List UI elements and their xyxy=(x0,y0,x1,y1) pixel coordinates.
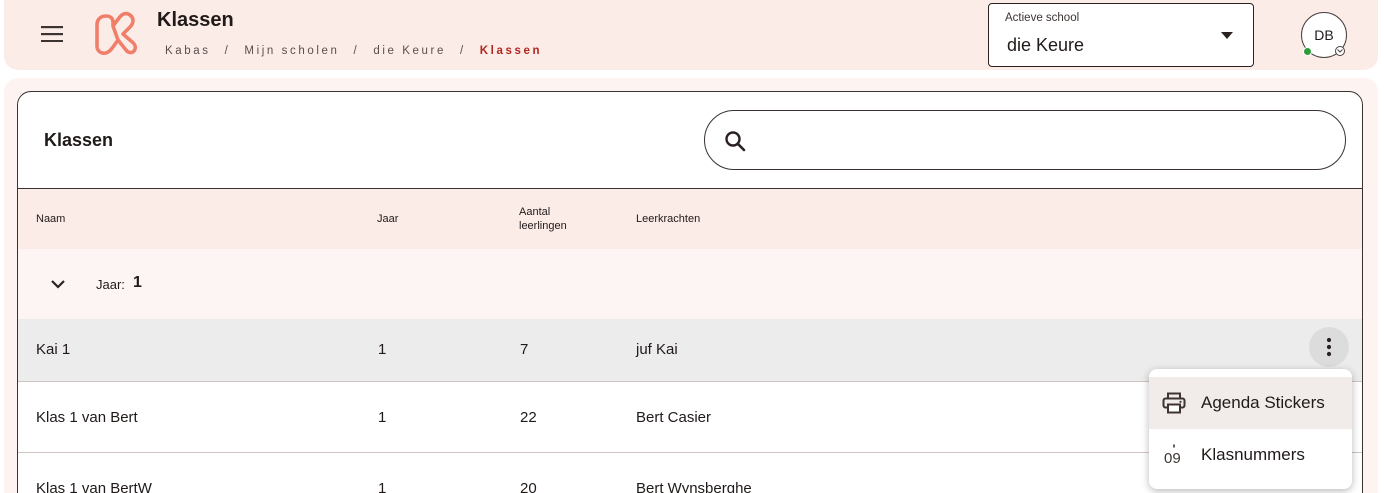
cell-naam: Kai 1 xyxy=(36,341,71,358)
group-label: Jaar: xyxy=(96,277,125,292)
cell-leerkrachten: Bert Wynsberghe xyxy=(636,480,752,493)
cell-jaar: 1 xyxy=(378,409,387,426)
row-actions-menu: Agenda Stickers 09 Klasnummers xyxy=(1149,369,1352,489)
breadcrumb-item-kabas[interactable]: Kabas xyxy=(165,45,211,57)
breadcrumb-separator: / xyxy=(353,45,360,57)
column-header-aantal-line2: leerlingen xyxy=(519,220,567,232)
online-status-dot xyxy=(1303,47,1312,56)
row-actions-button[interactable] xyxy=(1309,327,1349,367)
dropdown-caret-icon xyxy=(1221,32,1233,39)
menu-item-label: Klasnummers xyxy=(1201,445,1305,464)
cell-jaar: 1 xyxy=(378,341,387,358)
svg-text:09: 09 xyxy=(1164,450,1181,466)
more-vertical-icon xyxy=(1326,337,1332,357)
active-school-label: Actieve school xyxy=(1005,12,1080,24)
active-school-value: die Keure xyxy=(1007,35,1085,55)
cell-aantal: 22 xyxy=(520,409,537,426)
column-header-leerkrachten[interactable]: Leerkrachten xyxy=(636,212,700,226)
group-value: 1 xyxy=(133,274,142,291)
breadcrumb-item-mijn-scholen[interactable]: Mijn scholen xyxy=(244,45,339,57)
avatar-initials: DB xyxy=(1314,27,1334,43)
table-header: Naam Jaar Aantal leerlingen Leerkrachten xyxy=(18,188,1362,249)
cell-naam: Klas 1 van Bert xyxy=(36,409,138,426)
hamburger-icon xyxy=(41,26,63,42)
chevron-down-icon[interactable] xyxy=(48,274,68,294)
breadcrumb-separator: / xyxy=(459,45,466,57)
numbers-icon: 09 xyxy=(1161,442,1187,468)
cell-jaar: 1 xyxy=(378,480,387,493)
column-header-aantal[interactable]: Aantal leerlingen xyxy=(519,205,567,233)
printer-icon xyxy=(1161,390,1187,416)
search-icon xyxy=(725,131,746,152)
kabas-logo-icon xyxy=(95,11,138,55)
breadcrumb-item-current: Klassen xyxy=(479,45,543,57)
cell-leerkrachten: juf Kai xyxy=(636,341,678,358)
user-avatar[interactable]: DB xyxy=(1301,12,1347,58)
search-input[interactable] xyxy=(761,121,1321,161)
chevron-down-icon xyxy=(1335,46,1345,56)
menu-item-klasnummers[interactable]: 09 Klasnummers xyxy=(1149,429,1352,481)
cell-aantal: 20 xyxy=(520,480,537,493)
cell-leerkrachten: Bert Casier xyxy=(636,409,712,426)
card-title: Klassen xyxy=(44,130,114,150)
column-header-jaar[interactable]: Jaar xyxy=(377,212,398,226)
active-school-select[interactable]: Actieve school die Keure xyxy=(988,3,1254,67)
column-header-aantal-line1: Aantal xyxy=(519,206,551,218)
group-row-jaar: Jaar: 1 xyxy=(18,249,1362,319)
cell-aantal: 7 xyxy=(520,341,529,358)
breadcrumb-separator: / xyxy=(224,45,231,57)
page-title: Klassen xyxy=(157,9,234,31)
cell-naam: Klas 1 van BertW xyxy=(36,480,152,493)
column-header-naam[interactable]: Naam xyxy=(36,212,65,226)
menu-button[interactable] xyxy=(34,18,70,50)
breadcrumb-item-die-keure[interactable]: die Keure xyxy=(373,45,446,57)
breadcrumb: Kabas / Mijn scholen / die Keure / Klass… xyxy=(165,45,542,57)
menu-item-label: Agenda Stickers xyxy=(1201,393,1325,412)
search-field[interactable] xyxy=(704,110,1346,170)
menu-item-agenda-stickers[interactable]: Agenda Stickers xyxy=(1149,377,1352,429)
